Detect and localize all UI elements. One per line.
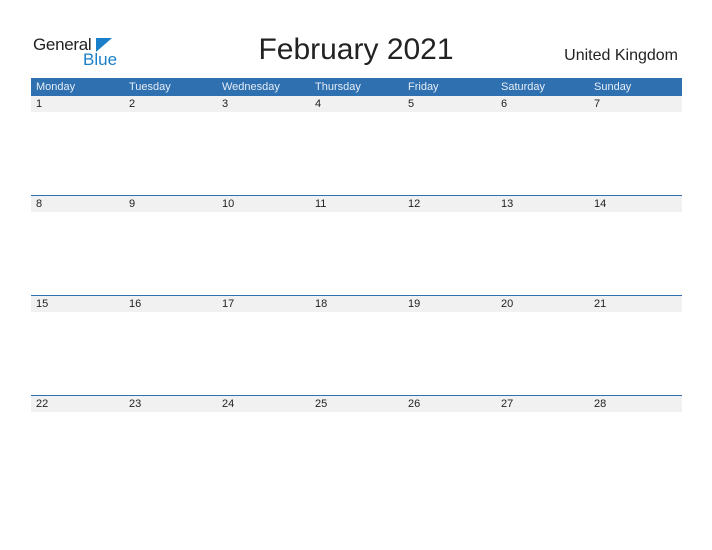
day-cell: 19 [408, 298, 421, 310]
day-cell: 10 [222, 198, 235, 210]
day-cell: 5 [408, 98, 415, 110]
week-row: 1 2 3 4 5 6 7 [31, 96, 682, 195]
day-cell: 6 [501, 98, 508, 110]
weekday-monday: Monday [36, 81, 76, 93]
day-cell: 24 [222, 398, 235, 410]
weekday-tuesday: Tuesday [129, 81, 171, 93]
day-cell: 16 [129, 298, 142, 310]
day-cell: 7 [594, 98, 601, 110]
day-cell: 1 [36, 98, 43, 110]
day-cell: 8 [36, 198, 43, 210]
day-cell: 12 [408, 198, 421, 210]
weekday-sunday: Sunday [594, 81, 632, 93]
weekday-header: Monday Tuesday Wednesday Thursday Friday… [31, 78, 682, 96]
day-cell: 25 [315, 398, 328, 410]
weekday-wednesday: Wednesday [222, 81, 280, 93]
country-label: United Kingdom [564, 47, 678, 64]
day-cell: 3 [222, 98, 229, 110]
day-cell: 15 [36, 298, 49, 310]
weekday-thursday: Thursday [315, 81, 361, 93]
day-cell: 26 [408, 398, 421, 410]
day-cell: 9 [129, 198, 136, 210]
day-cell: 2 [129, 98, 136, 110]
day-cell: 27 [501, 398, 514, 410]
day-cell: 21 [594, 298, 607, 310]
day-cell: 11 [315, 198, 327, 210]
day-cell: 13 [501, 198, 514, 210]
day-cell: 17 [222, 298, 235, 310]
day-cell: 28 [594, 398, 607, 410]
day-cell: 18 [315, 298, 328, 310]
week-row: 15 16 17 18 19 20 21 [31, 295, 682, 395]
day-cell: 20 [501, 298, 514, 310]
day-cell: 23 [129, 398, 142, 410]
day-cell: 4 [315, 98, 322, 110]
calendar-grid: Monday Tuesday Wednesday Thursday Friday… [31, 78, 682, 495]
week-row: 8 9 10 11 12 13 14 [31, 195, 682, 295]
weekday-saturday: Saturday [501, 81, 546, 93]
weekday-friday: Friday [408, 81, 439, 93]
week-row: 22 23 24 25 26 27 28 [31, 395, 682, 495]
day-cell: 14 [594, 198, 607, 210]
day-cell: 22 [36, 398, 49, 410]
